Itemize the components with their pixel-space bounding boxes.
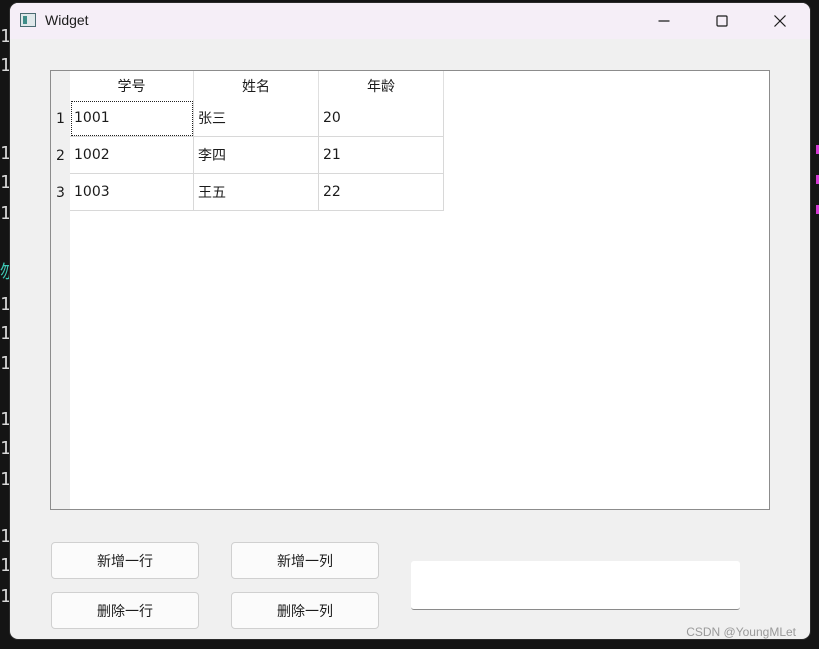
column-header-name[interactable]: 姓名 <box>194 71 319 100</box>
row-header[interactable]: 2 <box>51 137 70 174</box>
table-cell[interactable]: 20 <box>319 100 444 137</box>
text-input[interactable] <box>411 561 740 610</box>
row-header[interactable]: 3 <box>51 174 70 211</box>
table-cell[interactable]: 1003 <box>70 174 194 211</box>
add-row-button[interactable]: 新增一行 <box>51 542 199 579</box>
delete-column-button[interactable]: 删除一列 <box>231 592 379 629</box>
table-row: 3 1003 王五 22 <box>51 174 444 211</box>
close-icon <box>774 15 786 27</box>
table-cell[interactable]: 1002 <box>70 137 194 174</box>
table-cell[interactable]: 李四 <box>194 137 319 174</box>
table-row: 2 1002 李四 21 <box>51 137 444 174</box>
minimize-button[interactable] <box>635 3 693 39</box>
table-cell[interactable]: 王五 <box>194 174 319 211</box>
row-header[interactable]: 1 <box>51 100 70 137</box>
table-row: 1 1001 张三 20 <box>51 100 444 137</box>
minimize-icon <box>658 20 670 22</box>
widget-window: Widget 学号 姓名 年龄 1 1001 张三 20 2 1002 李四 2… <box>10 3 810 639</box>
column-header-student-id[interactable]: 学号 <box>70 71 194 100</box>
close-button[interactable] <box>751 3 809 39</box>
table-cell[interactable]: 张三 <box>194 100 319 137</box>
window-app-icon <box>20 13 36 27</box>
maximize-icon <box>716 15 728 27</box>
column-header-row: 学号 姓名 年龄 <box>70 71 444 100</box>
table-cell[interactable]: 21 <box>319 137 444 174</box>
window-title: Widget <box>45 12 89 28</box>
column-header-age[interactable]: 年龄 <box>319 71 444 100</box>
student-table[interactable]: 学号 姓名 年龄 1 1001 张三 20 2 1002 李四 21 3 100… <box>50 70 770 510</box>
table-cell[interactable]: 22 <box>319 174 444 211</box>
title-bar[interactable]: Widget <box>10 3 810 39</box>
watermark: CSDN @YoungMLet <box>686 625 796 639</box>
add-column-button[interactable]: 新增一列 <box>231 542 379 579</box>
table-cell[interactable]: 1001 <box>70 100 194 137</box>
delete-row-button[interactable]: 删除一行 <box>51 592 199 629</box>
maximize-button[interactable] <box>693 3 751 39</box>
